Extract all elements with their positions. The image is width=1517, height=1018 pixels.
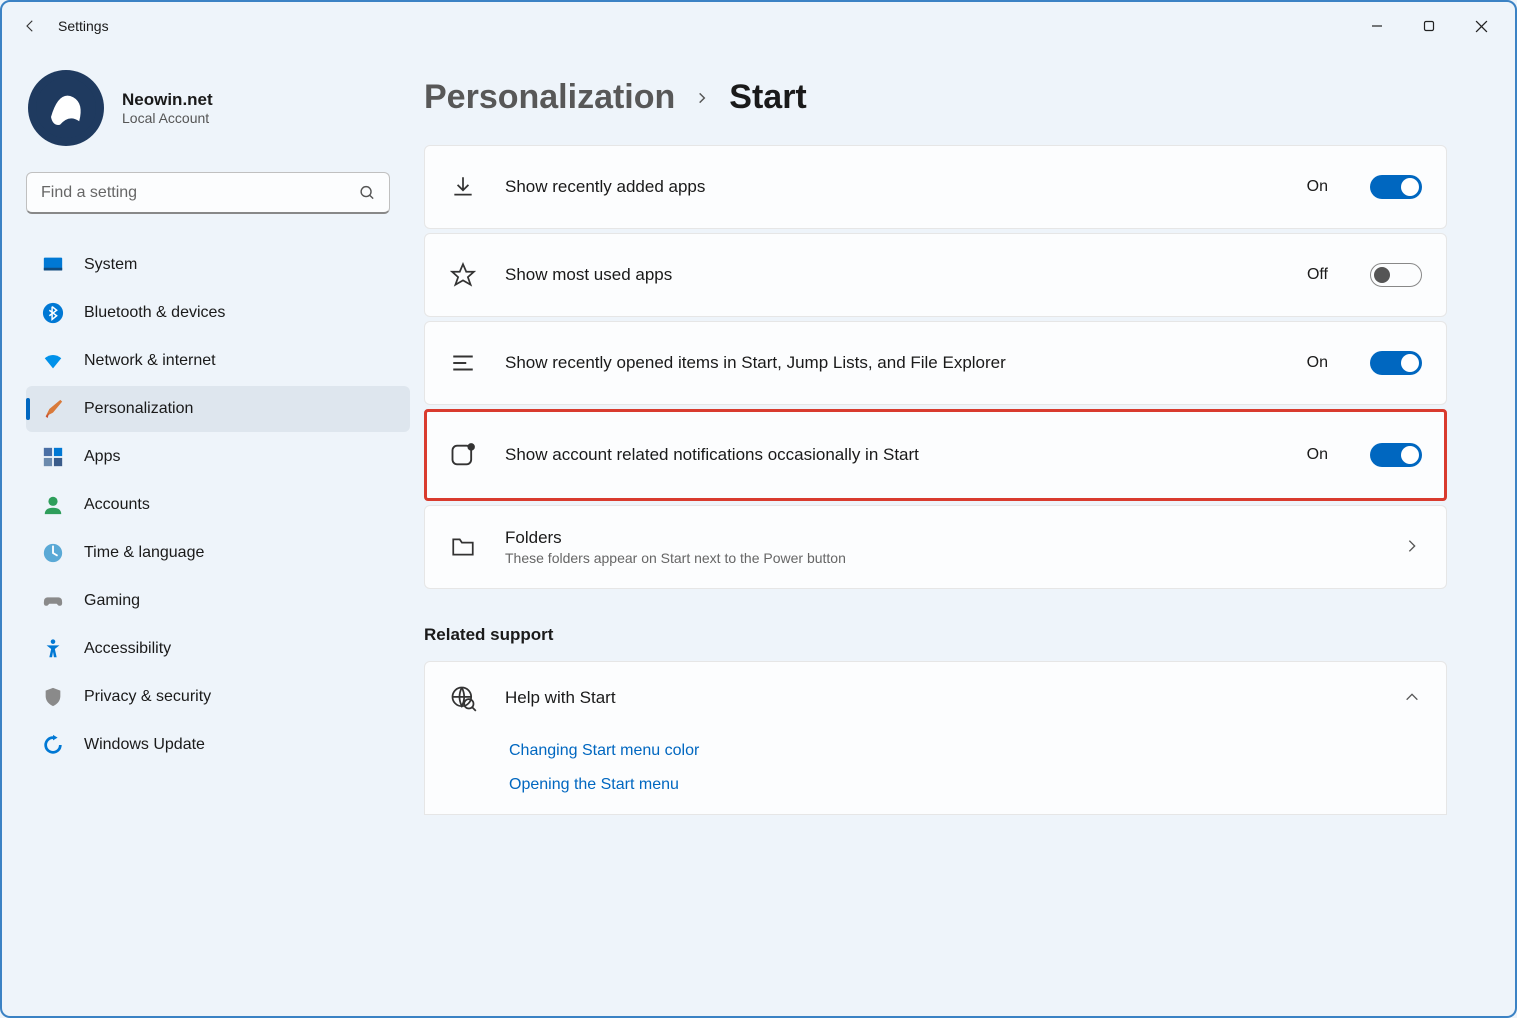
profile-account-type: Local Account [122, 110, 213, 126]
toggle-state: On [1307, 178, 1328, 196]
search-wrapper [26, 172, 390, 214]
sidebar-item-gaming[interactable]: Gaming [26, 578, 410, 624]
help-card: Help with Start Changing Start menu colo… [424, 661, 1447, 815]
star-icon [449, 261, 477, 289]
sidebar-item-label: System [84, 256, 137, 274]
setting-description: These folders appear on Start next to th… [505, 550, 1376, 566]
paintbrush-icon [42, 398, 64, 420]
sidebar-item-network[interactable]: Network & internet [26, 338, 410, 384]
setting-recently-added-apps[interactable]: Show recently added apps On [424, 145, 1447, 229]
sidebar-item-bluetooth[interactable]: Bluetooth & devices [26, 290, 410, 336]
help-link[interactable]: Changing Start menu color [509, 742, 1422, 760]
sidebar-item-label: Accessibility [84, 640, 171, 658]
sidebar: Neowin.net Local Account System Bluetoot… [2, 50, 402, 1016]
sidebar-item-label: Apps [84, 448, 120, 466]
help-link[interactable]: Opening the Start menu [509, 776, 1422, 794]
sidebar-item-label: Network & internet [84, 352, 216, 370]
help-header[interactable]: Help with Start [425, 662, 1446, 734]
back-button[interactable] [10, 6, 50, 46]
related-support-heading: Related support [424, 625, 1447, 645]
setting-recently-opened-items[interactable]: Show recently opened items in Start, Jum… [424, 321, 1447, 405]
shield-icon [42, 686, 64, 708]
toggle-switch[interactable] [1370, 263, 1422, 287]
sidebar-item-label: Bluetooth & devices [84, 304, 225, 322]
sidebar-item-label: Windows Update [84, 736, 205, 754]
chevron-right-icon [695, 89, 709, 107]
system-icon [42, 254, 64, 276]
search-input[interactable] [26, 172, 390, 214]
apps-icon [42, 446, 64, 468]
setting-folders[interactable]: Folders These folders appear on Start ne… [424, 505, 1447, 589]
sidebar-item-apps[interactable]: Apps [26, 434, 410, 480]
breadcrumb-parent[interactable]: Personalization [424, 78, 675, 117]
sidebar-item-label: Gaming [84, 592, 140, 610]
chevron-up-icon [1404, 689, 1422, 707]
sidebar-item-label: Privacy & security [84, 688, 211, 706]
profile-name: Neowin.net [122, 90, 213, 110]
clock-globe-icon [42, 542, 64, 564]
person-icon [42, 494, 64, 516]
titlebar: Settings [2, 2, 1515, 50]
close-button[interactable] [1455, 6, 1507, 46]
sidebar-item-label: Time & language [84, 544, 204, 562]
breadcrumb-current: Start [729, 78, 806, 117]
setting-most-used-apps[interactable]: Show most used apps Off [424, 233, 1447, 317]
help-title: Help with Start [505, 688, 1376, 708]
minimize-button[interactable] [1351, 6, 1403, 46]
maximize-button[interactable] [1403, 6, 1455, 46]
list-icon [449, 349, 477, 377]
wifi-icon [42, 350, 64, 372]
sidebar-item-personalization[interactable]: Personalization [26, 386, 410, 432]
folder-icon [449, 533, 477, 561]
sidebar-item-label: Personalization [84, 400, 193, 418]
toggle-switch[interactable] [1370, 175, 1422, 199]
breadcrumb: Personalization Start [424, 78, 1447, 117]
setting-label: Show recently opened items in Start, Jum… [505, 353, 1279, 373]
sidebar-item-privacy[interactable]: Privacy & security [26, 674, 410, 720]
globe-search-icon [449, 684, 477, 712]
profile[interactable]: Neowin.net Local Account [28, 70, 402, 146]
sidebar-item-windows-update[interactable]: Windows Update [26, 722, 410, 768]
toggle-switch[interactable] [1370, 351, 1422, 375]
accessibility-icon [42, 638, 64, 660]
search-icon [359, 185, 376, 202]
update-icon [42, 734, 64, 756]
setting-label: Show account related notifications occas… [505, 445, 1279, 465]
setting-label: Show most used apps [505, 265, 1279, 285]
toggle-switch[interactable] [1370, 443, 1422, 467]
app-title: Settings [58, 18, 109, 34]
sidebar-item-system[interactable]: System [26, 242, 410, 288]
setting-label: Show recently added apps [505, 177, 1279, 197]
avatar [28, 70, 104, 146]
setting-label: Folders [505, 528, 1376, 548]
toggle-state: On [1307, 446, 1328, 464]
gamepad-icon [42, 590, 64, 612]
download-icon [449, 173, 477, 201]
sidebar-item-accessibility[interactable]: Accessibility [26, 626, 410, 672]
notification-badge-icon [449, 441, 477, 469]
toggle-state: On [1307, 354, 1328, 372]
sidebar-item-accounts[interactable]: Accounts [26, 482, 410, 528]
toggle-state: Off [1307, 266, 1328, 284]
bluetooth-icon [42, 302, 64, 324]
sidebar-item-label: Accounts [84, 496, 150, 514]
setting-account-notifications[interactable]: Show account related notifications occas… [424, 409, 1447, 501]
chevron-right-icon [1404, 538, 1422, 556]
sidebar-item-time-language[interactable]: Time & language [26, 530, 410, 576]
